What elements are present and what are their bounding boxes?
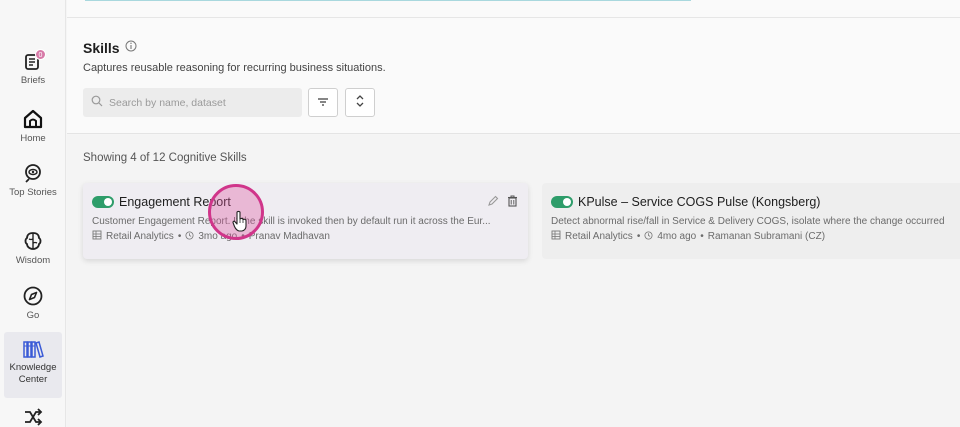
sidebar-item-label: Wisdom: [15, 255, 51, 266]
home-icon: [22, 108, 44, 130]
dataset-icon: [551, 230, 561, 243]
main-area: Skills Captures reusable reasoning for r…: [67, 0, 960, 427]
briefs-badge: 0: [35, 49, 46, 60]
delete-icon[interactable]: [507, 194, 518, 212]
search-box[interactable]: [83, 88, 302, 117]
skills-list: Showing 4 of 12 Cognitive Skills Engagem…: [67, 135, 960, 427]
sidebar-item-label: Briefs: [20, 75, 46, 86]
dataset-icon: [92, 230, 102, 243]
skill-description: Customer Engagement Report. If the skill…: [92, 216, 491, 227]
sort-icon: [355, 94, 365, 112]
skill-card[interactable]: Engagement Report Customer Engagement Re…: [83, 183, 528, 259]
sidebar-item-briefs[interactable]: 0 Briefs: [4, 49, 62, 87]
skill-dataset: Retail Analytics: [106, 231, 174, 242]
skill-card[interactable]: KPulse – Service COGS Pulse (Kongsberg) …: [542, 183, 960, 259]
skill-description: Detect abnormal rise/fall in Service & D…: [551, 216, 945, 227]
hand-cursor-icon: [232, 210, 248, 237]
skill-author: Ramanan Subramani (CZ): [707, 231, 826, 242]
shuffle-icon: [22, 408, 44, 426]
edit-icon[interactable]: [487, 194, 499, 212]
sidebar-item-go[interactable]: Go: [4, 285, 62, 322]
filter-icon: [317, 94, 329, 112]
compass-icon: [22, 285, 44, 307]
filter-button[interactable]: [308, 88, 338, 117]
top-strip: [67, 0, 960, 18]
sidebar: 0 Briefs Home Top Stories Wisdom Go Know…: [0, 0, 66, 427]
skill-author: Pranav Madhavan: [248, 231, 330, 242]
skill-meta: Retail Analytics • 4mo ago • Ramanan Sub…: [551, 230, 960, 243]
clock-icon: [644, 230, 653, 243]
books-icon: [22, 339, 44, 359]
sidebar-item-label: Knowledge Center: [9, 362, 57, 385]
sidebar-item-shuffle[interactable]: [4, 408, 62, 426]
skill-meta: Retail Analytics • 3mo ago • Pranav Madh…: [92, 230, 519, 243]
page-subtitle: Captures reusable reasoning for recurrin…: [83, 62, 386, 74]
results-count: Showing 4 of 12 Cognitive Skills: [83, 152, 247, 164]
skill-age: 4mo ago: [657, 231, 697, 242]
enable-toggle[interactable]: [551, 196, 573, 208]
top-stories-icon: [22, 162, 44, 184]
search-input[interactable]: [109, 96, 289, 109]
sidebar-item-label: Go: [26, 310, 40, 321]
sort-button[interactable]: [345, 88, 375, 117]
sidebar-item-label: Home: [20, 133, 46, 144]
clock-icon: [185, 230, 194, 243]
enable-toggle[interactable]: [92, 196, 114, 208]
search-icon: [91, 94, 103, 112]
sidebar-item-top-stories[interactable]: Top Stories: [4, 162, 62, 199]
brain-icon: [22, 230, 44, 252]
sidebar-item-home[interactable]: Home: [4, 108, 62, 145]
page-title: Skills: [83, 40, 120, 56]
sidebar-item-knowledge-center[interactable]: Knowledge Center: [4, 332, 62, 398]
page-header: Skills Captures reusable reasoning for r…: [67, 18, 960, 134]
sidebar-item-wisdom[interactable]: Wisdom: [4, 230, 62, 267]
sidebar-item-label: Top Stories: [9, 187, 57, 198]
skill-title: KPulse – Service COGS Pulse (Kongsberg): [578, 195, 821, 209]
skill-dataset: Retail Analytics: [565, 231, 633, 242]
info-icon[interactable]: [125, 39, 137, 57]
